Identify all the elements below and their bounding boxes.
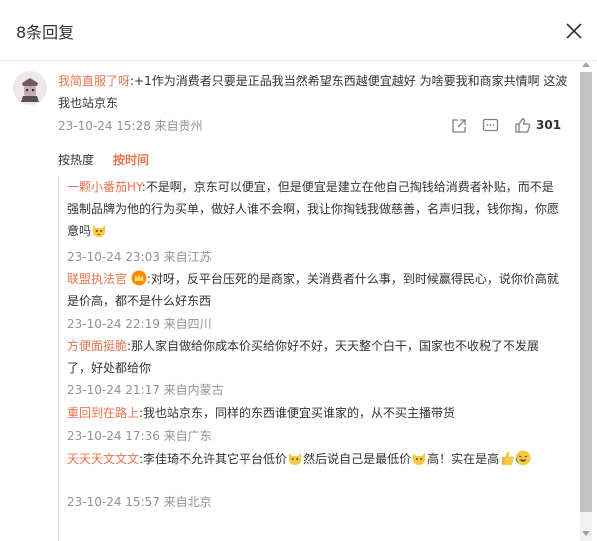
cat-emoji-icon xyxy=(93,225,106,237)
sort-by-hot[interactable]: 按热度 xyxy=(58,151,94,168)
list-item: 天天天文文文:李佳琦不允许其它平台低价 然后说自己是最低价 高！实在是高 xyxy=(67,448,559,470)
reply-text: :李佳琦不允许其它平台低价 xyxy=(139,452,288,466)
like-icon[interactable] xyxy=(514,117,531,134)
comment-meta: 23-10-24 15:28 来自贵州 xyxy=(58,119,203,133)
reply-username[interactable]: 联盟执法官 xyxy=(67,272,127,286)
scrollbar-thumb[interactable] xyxy=(580,72,592,512)
laughing-emoji-icon xyxy=(515,450,531,466)
reply-username[interactable]: 天天天文文文 xyxy=(67,452,139,466)
reply-text: :不是啊，京东可以便宜，但是便宜是建立在他自己掏钱给消费者补贴，而不是强制品牌为… xyxy=(67,180,560,238)
reply-meta: 23-10-24 23:03 来自江苏 xyxy=(67,250,212,264)
thumbs-up-emoji-icon xyxy=(502,451,514,465)
replies-dialog: 8条回复 我简直服了呀:+1作为消费者只要是正品我当然希望东西越便宜越好 为啥要… xyxy=(0,0,597,541)
share-icon[interactable] xyxy=(451,118,467,134)
dialog-header: 8条回复 xyxy=(0,0,597,61)
scroll-down-arrow[interactable] xyxy=(582,531,590,536)
reply-meta: 23-10-24 21:17 来自内蒙古 xyxy=(67,383,224,397)
reply-meta: 23-10-24 15:57 来自北京 xyxy=(67,495,212,509)
reply-list: 一颗小番茄HY:不是啊，京东可以便宜，但是便宜是建立在他自己掏钱给消费者补贴，而… xyxy=(58,176,569,541)
reply-meta: 23-10-24 22:19 来自四川 xyxy=(67,317,212,331)
cat-emoji-icon xyxy=(289,453,302,465)
list-item: 重回到在路上:我也站京东，同样的东西谁便宜买谁家的，从不买主播带货 xyxy=(67,402,559,424)
dialog-title: 8条回复 xyxy=(16,23,75,42)
list-item: 一颗小番茄HY:不是啊，京东可以便宜，但是便宜是建立在他自己掏钱给消费者补贴，而… xyxy=(67,176,559,242)
close-icon[interactable] xyxy=(561,18,587,44)
avatar[interactable] xyxy=(13,71,47,105)
reply-username[interactable]: 方便面挺脆 xyxy=(67,339,127,353)
reply-meta: 23-10-24 17:36 来自广东 xyxy=(67,429,212,443)
like-count: 301 xyxy=(536,118,562,132)
list-item: 方便面挺脆:那人家自做给你成本价买给你好不好，天天整个白干，国家也不收税了不发展… xyxy=(67,335,559,379)
list-item: 联盟执法官 :对呀，反平台压死的是商家，关消费者什么事，到时候赢得民心，说你价高… xyxy=(67,268,559,312)
reply-username[interactable]: 重回到在路上 xyxy=(67,406,139,420)
comment-text: :+1作为消费者只要是正品我当然希望东西越便宜越好 为啥要我和商家共情啊 这波我… xyxy=(58,74,568,110)
main-comment: 我简直服了呀:+1作为消费者只要是正品我当然希望东西越便宜越好 为啥要我和商家共… xyxy=(58,70,570,114)
scroll-up-arrow[interactable] xyxy=(582,62,590,67)
comment-username[interactable]: 我简直服了呀 xyxy=(58,74,130,88)
crown-badge-icon xyxy=(131,270,147,286)
reply-text: 然后说自己是最低价 xyxy=(303,452,412,466)
cat-emoji-icon xyxy=(413,453,426,465)
sort-by-time[interactable]: 按时间 xyxy=(113,151,149,168)
reply-text: :那人家自做给你成本价买给你好不好，天天整个白干，国家也不收税了不发展了，好处都… xyxy=(67,339,540,375)
comment-icon[interactable] xyxy=(482,118,499,134)
reply-username[interactable]: 一颗小番茄HY xyxy=(67,180,142,194)
reply-text: :我也站京东，同样的东西谁便宜买谁家的，从不买主播带货 xyxy=(139,406,456,420)
reply-text: 高！实在是高 xyxy=(427,452,500,466)
avatar-image xyxy=(13,71,47,105)
